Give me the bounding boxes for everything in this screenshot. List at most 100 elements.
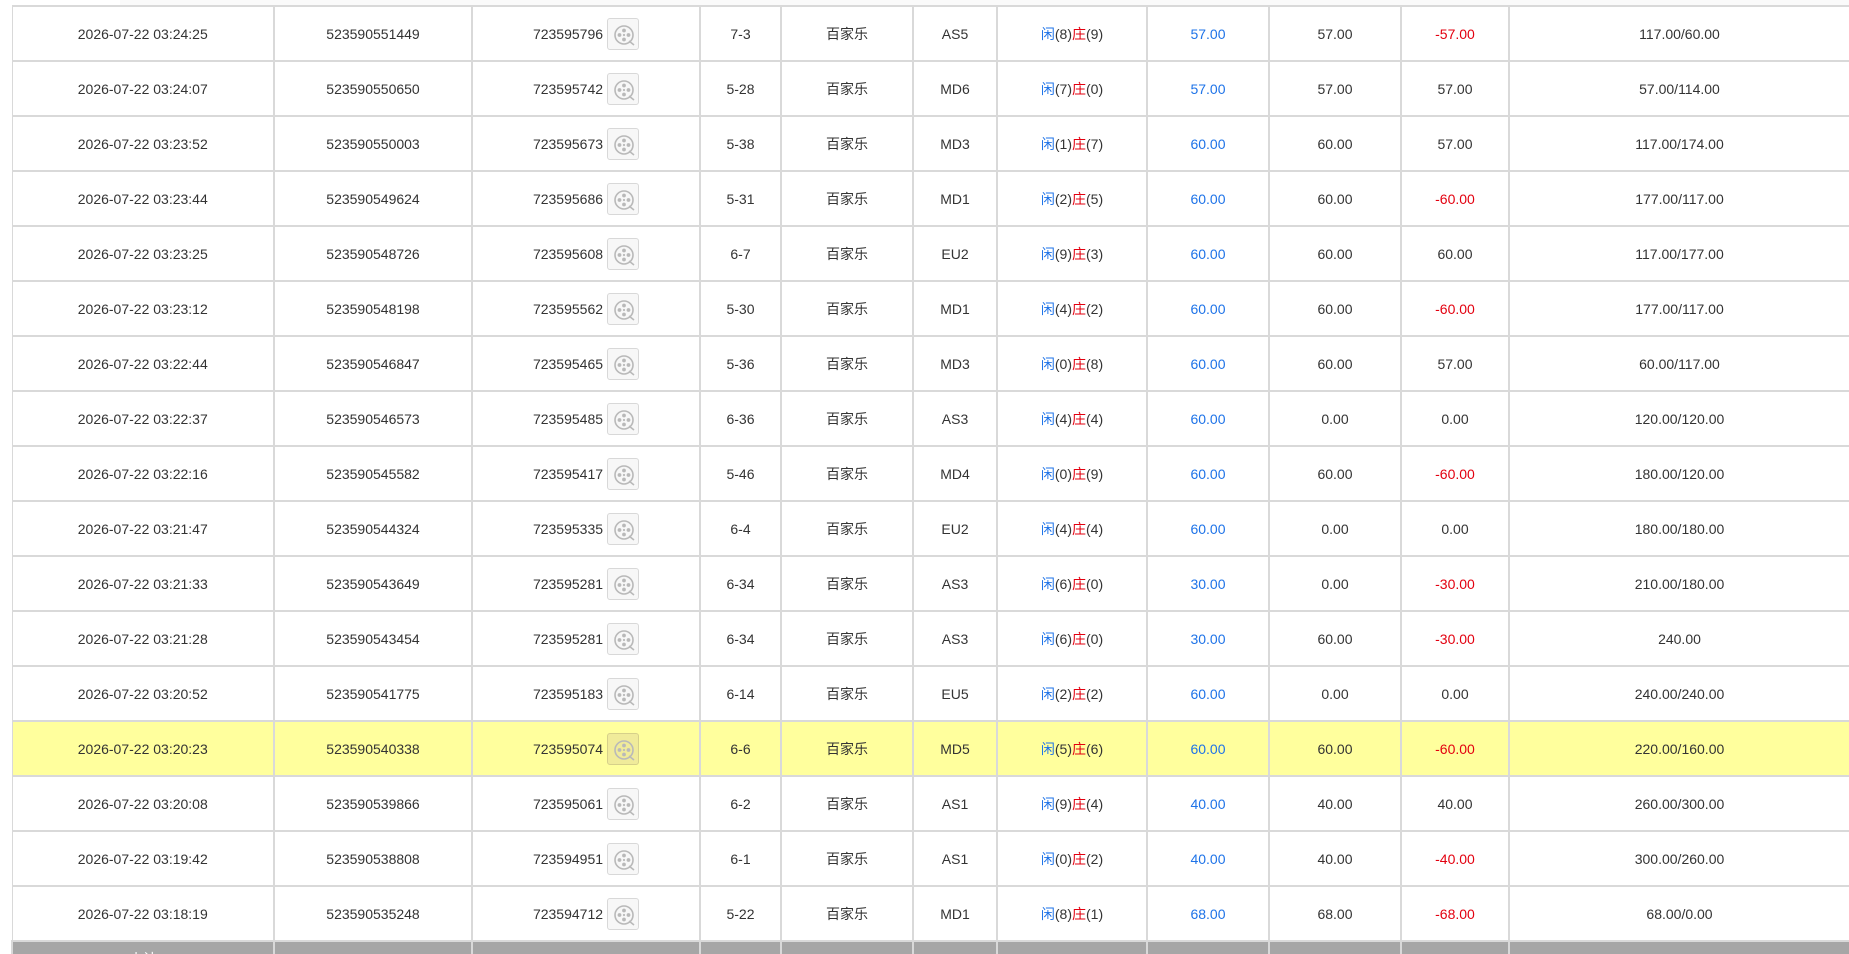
balance-change: 180.00/180.00 xyxy=(1508,500,1849,557)
replay-video-button[interactable] xyxy=(607,127,640,160)
replay-video-button[interactable] xyxy=(607,292,640,325)
bet-amount: 57.00 xyxy=(1146,60,1270,117)
replay-video-button[interactable] xyxy=(607,622,640,655)
replay-video-button[interactable] xyxy=(607,897,640,930)
bet-time: 2026-07-22 03:22:44 xyxy=(11,335,275,392)
table-code: AS1 xyxy=(912,830,998,887)
table-code: MD5 xyxy=(912,720,998,777)
banker-score: (2) xyxy=(1086,685,1104,702)
player-label: 闲 xyxy=(1040,355,1055,372)
bet-number: 523590548198 xyxy=(273,280,473,337)
round-number: 723595335 xyxy=(532,520,604,537)
replay-video-button[interactable] xyxy=(607,347,640,380)
player-label: 闲 xyxy=(1040,300,1055,317)
bet-amount: 60.00 xyxy=(1146,445,1270,502)
result-cell: 闲(6)庄(0) xyxy=(996,555,1148,612)
game-type: 百家乐 xyxy=(780,720,914,777)
banker-score: (8) xyxy=(1086,355,1104,372)
player-score: (0) xyxy=(1054,850,1072,867)
balance-change: 260.00/300.00 xyxy=(1508,775,1849,832)
player-score: (4) xyxy=(1054,300,1072,317)
player-label: 闲 xyxy=(1040,80,1055,97)
subtotal-win-total: 158.00 xyxy=(1400,940,1510,954)
banker-score: (1) xyxy=(1086,905,1104,922)
replay-video-button[interactable] xyxy=(607,402,640,435)
bet-time: 2026-07-22 03:23:44 xyxy=(11,170,275,227)
win-loss: 0.00 xyxy=(1400,500,1510,557)
player-label: 闲 xyxy=(1040,575,1055,592)
subtotal-empty-cell xyxy=(1508,940,1849,954)
banker-score: (7) xyxy=(1086,135,1104,152)
replay-video-button[interactable] xyxy=(607,457,640,490)
banker-label: 庄 xyxy=(1072,80,1086,97)
game-type: 百家乐 xyxy=(780,115,914,172)
round-cell: 723595562 xyxy=(471,280,701,337)
replay-video-button[interactable] xyxy=(607,182,640,215)
round-number: 723595074 xyxy=(532,740,604,757)
game-type: 百家乐 xyxy=(780,5,914,62)
bet-time: 2026-07-22 03:20:52 xyxy=(11,665,275,722)
replay-video-button[interactable] xyxy=(607,17,640,50)
bet-time: 2026-07-22 03:21:28 xyxy=(11,610,275,667)
table-code: MD1 xyxy=(912,170,998,227)
round-cell: 723595417 xyxy=(471,445,701,502)
replay-video-button[interactable] xyxy=(607,732,640,765)
round-number: 723595417 xyxy=(532,465,604,482)
table-row: 2026-07-22 03:22:16 523590545582 723595417… xyxy=(11,445,1849,502)
table-code: AS3 xyxy=(912,390,998,447)
valid-bet: 60.00 xyxy=(1268,115,1402,172)
bet-records-table: 2026-07-22 03:24:25 523590551449 723595796… xyxy=(11,5,1849,954)
win-loss: -60.00 xyxy=(1400,170,1510,227)
table-code: EU2 xyxy=(912,500,998,557)
player-score: (6) xyxy=(1054,575,1072,592)
round-cell: 723595485 xyxy=(471,390,701,447)
shoe-number: 5-22 xyxy=(699,885,782,942)
replay-video-button[interactable] xyxy=(607,677,640,710)
banker-label: 庄 xyxy=(1072,410,1086,427)
player-label: 闲 xyxy=(1040,245,1055,262)
result-cell: 闲(4)庄(4) xyxy=(996,500,1148,557)
bet-records-page: 2026-07-22 03:24:25 523590551449 723595796… xyxy=(0,0,1849,954)
round-cell: 723595673 xyxy=(471,115,701,172)
replay-video-button[interactable] xyxy=(607,72,640,105)
bet-number: 523590544324 xyxy=(273,500,473,557)
win-loss: -30.00 xyxy=(1400,555,1510,612)
round-cell: 723594951 xyxy=(471,830,701,887)
player-label: 闲 xyxy=(1040,740,1055,757)
replay-video-button[interactable] xyxy=(607,842,640,875)
replay-video-button[interactable] xyxy=(607,237,640,270)
round-number: 723595673 xyxy=(532,135,604,152)
bet-number: 523590550650 xyxy=(273,60,473,117)
bet-time: 2026-07-22 03:22:16 xyxy=(11,445,275,502)
balance-change: 120.00/120.00 xyxy=(1508,390,1849,447)
bet-time: 2026-07-22 03:20:08 xyxy=(11,775,275,832)
table-code: AS3 xyxy=(912,555,998,612)
result-cell: 闲(7)庄(0) xyxy=(996,60,1148,117)
replay-video-button[interactable] xyxy=(607,567,640,600)
game-type: 百家乐 xyxy=(780,390,914,447)
table-row: 2026-07-22 03:23:52 523590550003 723595673… xyxy=(11,115,1849,172)
balance-change: 180.00/120.00 xyxy=(1508,445,1849,502)
player-score: (0) xyxy=(1054,355,1072,372)
player-label: 闲 xyxy=(1040,630,1055,647)
replay-video-button[interactable] xyxy=(607,512,640,545)
replay-video-button[interactable] xyxy=(607,787,640,820)
banker-score: (4) xyxy=(1086,410,1104,427)
subtotal-empty-cell xyxy=(996,940,1148,954)
game-type: 百家乐 xyxy=(780,665,914,722)
result-cell: 闲(9)庄(3) xyxy=(996,225,1148,282)
result-cell: 闲(0)庄(2) xyxy=(996,830,1148,887)
table-code: MD4 xyxy=(912,445,998,502)
table-code: MD6 xyxy=(912,60,998,117)
banker-label: 庄 xyxy=(1072,135,1086,152)
valid-bet: 0.00 xyxy=(1268,555,1402,612)
table-code: EU5 xyxy=(912,665,998,722)
table-row: 2026-07-22 03:22:37 523590546573 723595485… xyxy=(11,390,1849,447)
bet-number: 523590550003 xyxy=(273,115,473,172)
win-loss: 0.00 xyxy=(1400,665,1510,722)
balance-change: 57.00/114.00 xyxy=(1508,60,1849,117)
player-label: 闲 xyxy=(1040,135,1055,152)
shoe-number: 5-28 xyxy=(699,60,782,117)
balance-change: 117.00/174.00 xyxy=(1508,115,1849,172)
shoe-number: 6-4 xyxy=(699,500,782,557)
